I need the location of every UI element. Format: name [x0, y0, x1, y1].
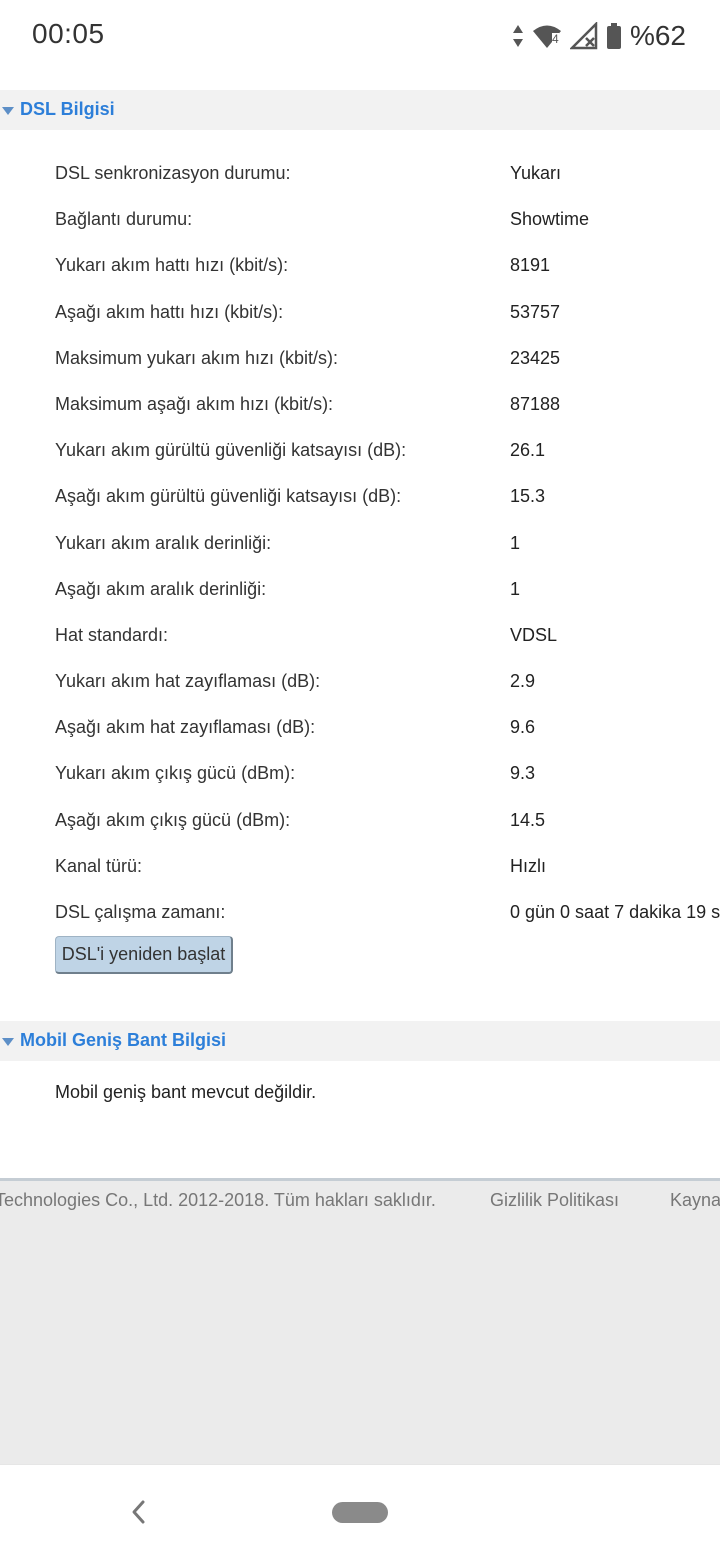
- source-link[interactable]: Kayna: [670, 1190, 720, 1211]
- dsl-section-title: DSL Bilgisi: [20, 99, 115, 119]
- table-row: Aşağı akım aralık derinliği: 1: [0, 566, 720, 612]
- row-value: VDSL: [510, 624, 558, 645]
- dsl-section-header[interactable]: DSL Bilgisi: [0, 90, 720, 130]
- mobile-section-header[interactable]: Mobil Geniş Bant Bilgisi: [0, 1021, 720, 1061]
- mobile-section-title: Mobil Geniş Bant Bilgisi: [20, 1030, 227, 1050]
- row-label: Aşağı akım aralık derinliği:: [55, 578, 267, 599]
- row-value: 9.6: [510, 717, 536, 738]
- home-pill-icon[interactable]: [332, 1502, 388, 1523]
- table-row: Bağlantı durumu: Showtime: [0, 196, 720, 242]
- row-value: Showtime: [510, 209, 590, 230]
- table-row: Hat standardı: VDSL: [0, 612, 720, 658]
- privacy-policy-link[interactable]: Gizlilik Politikası: [490, 1190, 619, 1211]
- row-label: Yukarı akım hattı hızı (kbit/s):: [55, 255, 289, 276]
- row-value: 1: [510, 532, 521, 553]
- table-row: Aşağı akım çıkış gücü (dBm): 14.5: [0, 797, 720, 843]
- row-value: 0 gün 0 saat 7 dakika 19 s: [510, 902, 720, 922]
- row-label: Yukarı akım gürültü güvenliği katsayısı …: [55, 440, 407, 461]
- row-label: Kanal türü:: [55, 855, 143, 876]
- row-value: 2.9: [510, 671, 536, 692]
- copyright-text: Technologies Co., Ltd. 2012-2018. Tüm ha…: [0, 1190, 436, 1210]
- row-value: 53757: [510, 301, 561, 322]
- mobile-unavailable-message: Mobil geniş bant mevcut değildir.: [55, 1082, 317, 1102]
- table-row: Yukarı akım hat zayıflaması (dB): 2.9: [0, 658, 720, 704]
- row-label: Maksimum yukarı akım hızı (kbit/s):: [55, 347, 339, 368]
- table-row: Yukarı akım gürültü güvenliği katsayısı …: [0, 427, 720, 473]
- table-row: Maksimum aşağı akım hızı (kbit/s): 87188: [0, 381, 720, 427]
- restart-dsl-button[interactable]: DSL'i yeniden başlat: [55, 936, 233, 974]
- row-label: DSL senkronizasyon durumu:: [55, 163, 291, 183]
- row-value: 1: [510, 578, 521, 599]
- row-label: Yukarı akım aralık derinliği:: [55, 532, 272, 553]
- row-value: 23425: [510, 347, 561, 368]
- row-label: Yukarı akım çıkış gücü (dBm):: [55, 763, 296, 784]
- table-row: Aşağı akım hat zayıflaması (dB): 9.6: [0, 704, 720, 750]
- table-row: Yukarı akım hattı hızı (kbit/s): 8191: [0, 242, 720, 288]
- table-row: Aşağı akım hattı hızı (kbit/s): 53757: [0, 289, 720, 335]
- row-label: Aşağı akım çıkış gücü (dBm):: [55, 809, 291, 830]
- table-row: Yukarı akım aralık derinliği: 1: [0, 520, 720, 566]
- signal-icon: [569, 22, 598, 50]
- table-row: Maksimum yukarı akım hızı (kbit/s): 23425: [0, 335, 720, 381]
- navigation-bar: [0, 1464, 720, 1561]
- table-row: Kanal türü: Hızlı: [0, 843, 720, 889]
- back-icon[interactable]: [128, 1499, 150, 1530]
- row-value: 14.5: [510, 809, 546, 830]
- battery-percentage: %62: [629, 20, 686, 51]
- collapse-triangle-icon: [2, 1038, 14, 1046]
- table-row: Aşağı akım gürültü güvenliği katsayısı (…: [0, 473, 720, 519]
- battery-icon: [606, 22, 622, 50]
- row-label: Bağlantı durumu:: [55, 209, 193, 230]
- row-label: Hat standardı:: [55, 624, 169, 645]
- page-footer: Technologies Co., Ltd. 2012-2018. Tüm ha…: [0, 1178, 720, 1464]
- table-row: DSL senkronizasyon durumu: Yukarı: [0, 150, 720, 196]
- status-bar: 00:05 4 %62: [0, 0, 720, 72]
- row-label: Maksimum aşağı akım hızı (kbit/s):: [55, 393, 334, 414]
- row-label: Yukarı akım hat zayıflaması (dB):: [55, 671, 321, 692]
- row-value: 9.3: [510, 763, 536, 784]
- row-value: 15.3: [510, 486, 546, 507]
- row-value: 8191: [510, 255, 551, 276]
- wifi-badge: 4: [551, 32, 559, 46]
- table-row: DSL çalışma zamanı: 0 gün 0 saat 7 dakika…: [0, 889, 720, 935]
- row-value: 26.1: [510, 440, 546, 461]
- status-time: 00:05: [32, 18, 105, 49]
- wifi-icon: 4: [532, 23, 562, 49]
- row-label: Aşağı akım hat zayıflaması (dB):: [55, 717, 316, 738]
- table-row: Yukarı akım çıkış gücü (dBm): 9.3: [0, 750, 720, 796]
- row-value: 87188: [510, 393, 561, 414]
- row-value: Hızlı: [510, 855, 546, 876]
- row-label: Aşağı akım gürültü güvenliği katsayısı (…: [55, 486, 402, 507]
- row-value: Yukarı: [510, 163, 562, 183]
- data-arrows-icon: [512, 23, 524, 49]
- row-label: Aşağı akım hattı hızı (kbit/s):: [55, 301, 284, 322]
- status-icons: 4 %62: [512, 18, 686, 54]
- collapse-triangle-icon: [2, 107, 14, 115]
- row-label: DSL çalışma zamanı:: [55, 902, 226, 922]
- dsl-info-table: DSL senkronizasyon durumu: Yukarı Bağlant…: [0, 150, 720, 935]
